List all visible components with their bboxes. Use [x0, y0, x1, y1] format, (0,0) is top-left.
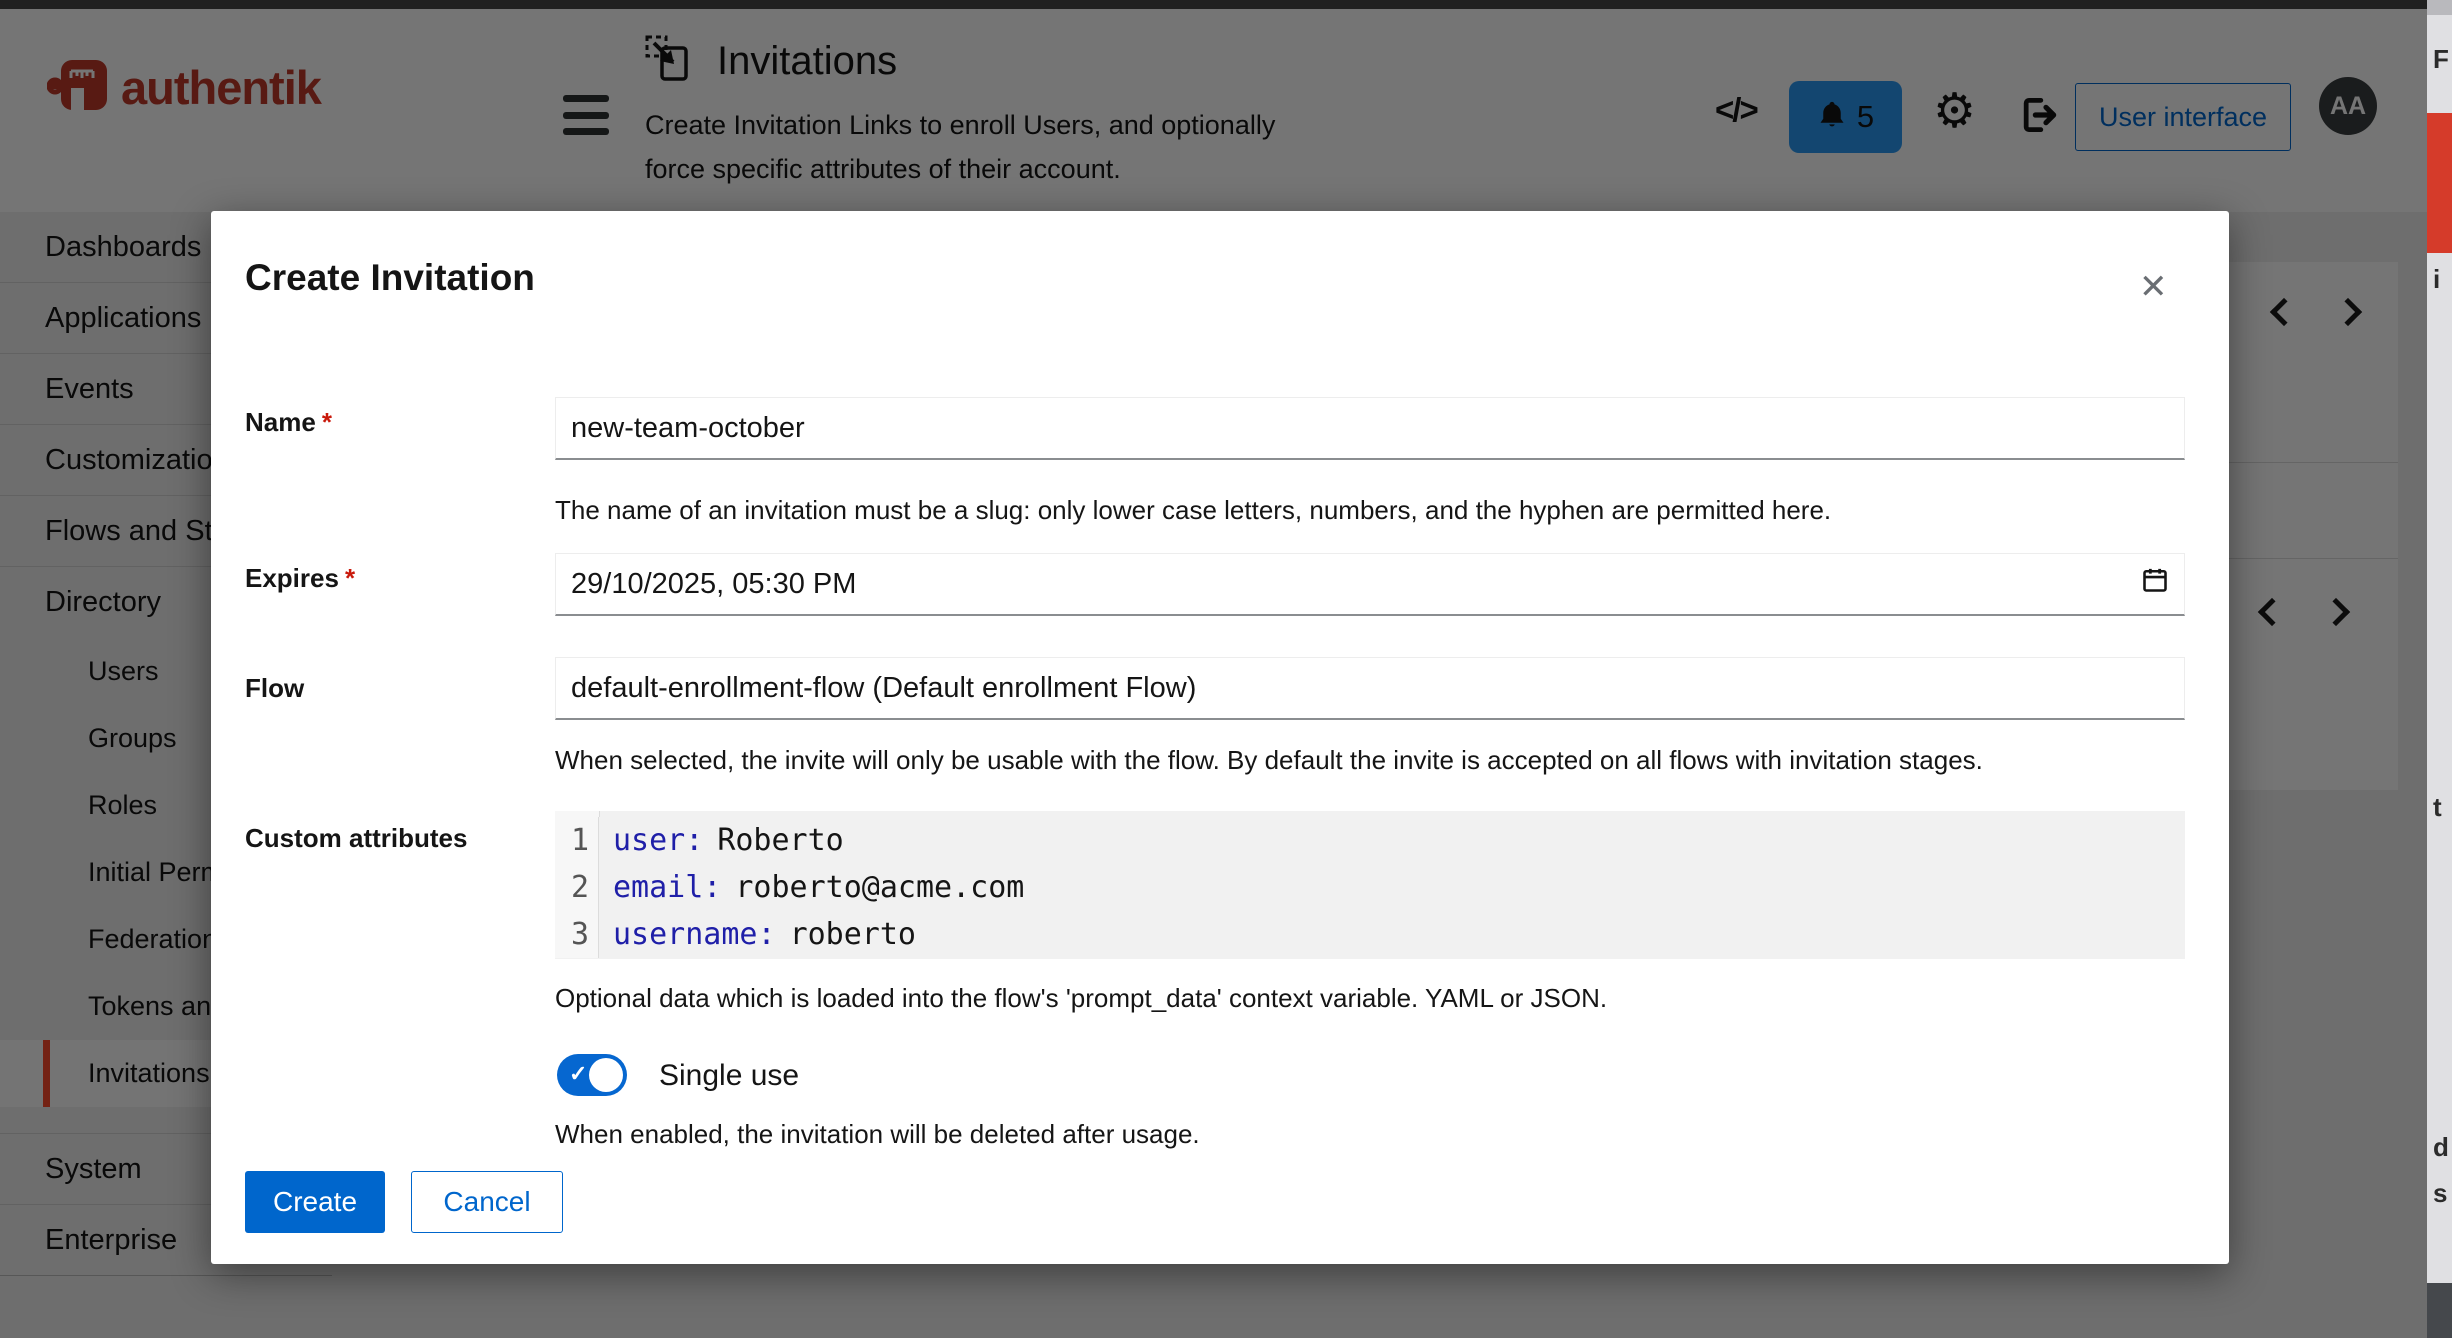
flow-field-label: Flow [245, 673, 304, 704]
right-strip-red-block [2427, 113, 2452, 253]
calendar-icon[interactable] [2141, 565, 2169, 603]
right-strip-text-fragment: s [2433, 1178, 2447, 1209]
line-number: 2 [555, 864, 599, 911]
close-icon[interactable]: ✕ [2133, 261, 2174, 313]
right-strip-text-fragment: F [2433, 44, 2449, 75]
required-asterisk: * [322, 407, 332, 437]
code-line: 2 email:roberto@acme.com [555, 864, 2185, 911]
right-strip-dark-block [2427, 1283, 2452, 1338]
single-use-label: Single use [659, 1059, 799, 1093]
custom-attributes-label: Custom attributes [245, 823, 467, 854]
custom-attributes-help-text: Optional data which is loaded into the f… [555, 983, 2175, 1014]
cancel-button[interactable]: Cancel [411, 1171, 563, 1233]
create-button[interactable]: Create [245, 1171, 385, 1233]
create-invitation-modal: Create Invitation ✕ Name* new-team-octob… [211, 211, 2229, 1264]
toggle-check-icon: ✓ [569, 1061, 587, 1087]
name-help-text: The name of an invitation must be a slug… [555, 495, 2175, 526]
flow-help-text: When selected, the invite will only be u… [555, 745, 2175, 776]
required-asterisk: * [345, 563, 355, 593]
line-number: 3 [555, 911, 599, 958]
code-line: 3 username:roberto [555, 911, 2185, 958]
custom-attributes-code-editor[interactable]: 1 user:Roberto 2 email:roberto@acme.com … [555, 811, 2185, 959]
expires-field-label: Expires* [245, 563, 355, 594]
single-use-help-text: When enabled, the invitation will be del… [555, 1119, 2175, 1150]
expires-input[interactable]: 29/10/2025, 05:30 PM [555, 553, 2185, 616]
modal-title: Create Invitation [245, 257, 535, 299]
line-number: 1 [555, 817, 599, 864]
name-input[interactable]: new-team-october [555, 397, 2185, 460]
right-strip-top [2427, 0, 2452, 15]
toggle-knob [589, 1058, 623, 1092]
right-edge-strip: F i t d s [2427, 0, 2452, 1338]
screen: authentik Invitations [0, 0, 2452, 1338]
single-use-toggle[interactable]: ✓ [557, 1054, 627, 1096]
right-strip-text-fragment: i [2433, 264, 2440, 295]
name-field-label: Name* [245, 407, 332, 438]
right-strip-text-fragment: t [2433, 792, 2442, 823]
flow-select[interactable]: default-enrollment-flow (Default enrollm… [555, 657, 2185, 720]
right-strip-text-fragment: d [2433, 1132, 2449, 1163]
code-line: 1 user:Roberto [555, 817, 2185, 864]
